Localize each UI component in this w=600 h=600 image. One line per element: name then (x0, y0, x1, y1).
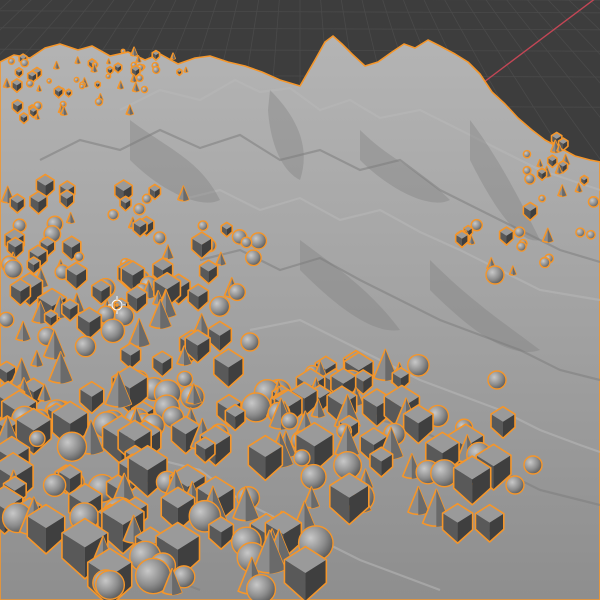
sphere-object[interactable] (240, 236, 253, 249)
sphere-object[interactable] (241, 392, 272, 423)
sphere-object[interactable] (516, 241, 527, 252)
cube-object[interactable] (64, 88, 73, 98)
sphere-object[interactable] (245, 573, 277, 600)
sphere-object[interactable] (56, 431, 88, 462)
cube-object[interactable] (53, 85, 64, 99)
cone-object[interactable] (170, 52, 176, 60)
sphere-object[interactable] (133, 202, 146, 216)
sphere-object[interactable] (74, 335, 97, 358)
sphere-object[interactable] (586, 229, 596, 240)
sphere-object[interactable] (575, 227, 586, 238)
sphere-object[interactable] (46, 78, 53, 84)
sphere-object[interactable] (485, 265, 505, 285)
sphere-object[interactable] (513, 226, 526, 239)
sphere-object[interactable] (152, 65, 161, 75)
cube-object[interactable] (106, 65, 114, 76)
sphere-object[interactable] (587, 196, 600, 208)
sphere-object[interactable] (7, 57, 16, 65)
sphere-object[interactable] (153, 231, 167, 245)
sphere-object[interactable] (176, 370, 194, 388)
sphere-object[interactable] (94, 97, 104, 107)
sphere-object[interactable] (523, 455, 543, 475)
sphere-object[interactable] (20, 58, 30, 68)
cube-object[interactable] (14, 67, 24, 79)
sphere-object[interactable] (107, 208, 120, 221)
sphere-object[interactable] (228, 283, 247, 302)
sphere-object[interactable] (140, 85, 149, 94)
sphere-object[interactable] (538, 194, 547, 203)
cube-object[interactable] (176, 68, 183, 77)
sphere-object[interactable] (135, 74, 144, 83)
sphere-object[interactable] (249, 232, 268, 250)
cube-object[interactable] (19, 112, 29, 125)
sphere-object[interactable] (105, 73, 112, 80)
cube-object[interactable] (94, 80, 102, 89)
sphere-object[interactable] (293, 449, 311, 467)
cube-object[interactable] (151, 49, 161, 62)
cube-object[interactable] (536, 167, 548, 182)
sphere-object[interactable] (487, 370, 507, 390)
sphere-object[interactable] (3, 259, 24, 279)
viewport-scene[interactable] (0, 0, 600, 600)
cube-object[interactable] (113, 62, 123, 74)
sphere-object[interactable] (209, 295, 231, 317)
cone-object[interactable] (130, 46, 138, 57)
sphere-object[interactable] (197, 220, 209, 232)
sphere-object[interactable] (505, 475, 525, 495)
sphere-object[interactable] (79, 83, 85, 90)
sphere-object[interactable] (407, 353, 430, 377)
sphere-object[interactable] (73, 76, 80, 83)
sphere-object[interactable] (25, 79, 35, 88)
sphere-object[interactable] (28, 430, 46, 448)
sphere-object[interactable] (73, 251, 85, 263)
sphere-object[interactable] (539, 256, 551, 269)
sphere-object[interactable] (120, 48, 126, 54)
sphere-object[interactable] (240, 332, 260, 352)
sphere-object[interactable] (94, 569, 126, 600)
sphere-object[interactable] (42, 473, 67, 498)
sphere-object[interactable] (522, 149, 532, 159)
sphere-object[interactable] (0, 311, 15, 328)
sphere-object[interactable] (141, 193, 153, 205)
sphere-object[interactable] (244, 249, 262, 267)
cube-object[interactable] (579, 174, 589, 187)
sphere-object[interactable] (300, 463, 327, 491)
sphere-object[interactable] (522, 165, 532, 176)
sphere-object[interactable] (100, 318, 126, 344)
3d-viewport[interactable] (0, 0, 600, 600)
sphere-object[interactable] (524, 173, 536, 185)
sphere-object[interactable] (280, 412, 299, 430)
